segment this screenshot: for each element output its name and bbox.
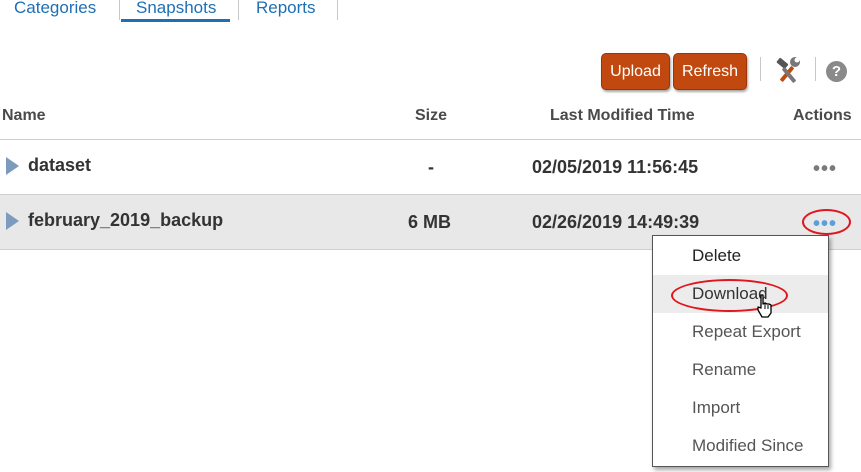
help-icon[interactable]: ? [826,61,847,82]
menu-item-modified-since[interactable]: Modified Since [653,427,828,465]
table-row[interactable]: dataset - 02/05/2019 11:56:45 ••• [0,140,861,194]
expand-triangle-icon[interactable] [6,212,19,230]
tab-categories[interactable]: Categories [14,0,96,18]
active-tab-indicator [121,19,230,22]
row-modified: 02/26/2019 14:49:39 [532,212,700,232]
column-header-last-modified[interactable]: Last Modified Time [550,107,695,125]
tab-bar: Categories Snapshots Reports [0,0,861,26]
hand-cursor-icon [757,294,772,318]
toolbar-separator [815,57,816,81]
column-header-name[interactable]: Name [2,107,46,125]
refresh-button[interactable]: Refresh [673,53,747,90]
row-name: dataset [28,155,92,175]
tab-snapshots[interactable]: Snapshots [136,0,216,18]
row-modified: 02/05/2019 11:56:45 [532,157,699,177]
actions-menu-icon[interactable]: ••• [812,214,838,234]
actions-dropdown-menu: Delete Download Repeat Export Rename Imp… [652,235,829,467]
tab-separator [238,0,239,20]
upload-button[interactable]: Upload [601,53,670,90]
menu-item-repeat-export[interactable]: Repeat Export [653,313,828,351]
expand-triangle-icon[interactable] [6,157,19,175]
row-name: february_2019_backup [28,210,224,230]
menu-item-rename[interactable]: Rename [653,351,828,389]
row-size: 6 MB [408,212,452,232]
tab-separator [119,0,120,20]
row-size: - [428,157,434,177]
menu-item-download[interactable]: Download [653,275,828,313]
tab-separator [337,0,338,20]
toolbar-separator [760,57,761,81]
actions-menu-icon[interactable]: ••• [812,159,838,179]
column-header-size[interactable]: Size [415,107,447,125]
menu-item-import[interactable]: Import [653,389,828,427]
tools-icon[interactable] [773,56,803,86]
tab-reports[interactable]: Reports [256,0,316,18]
column-header-actions: Actions [793,107,852,124]
menu-item-delete[interactable]: Delete [653,237,828,275]
